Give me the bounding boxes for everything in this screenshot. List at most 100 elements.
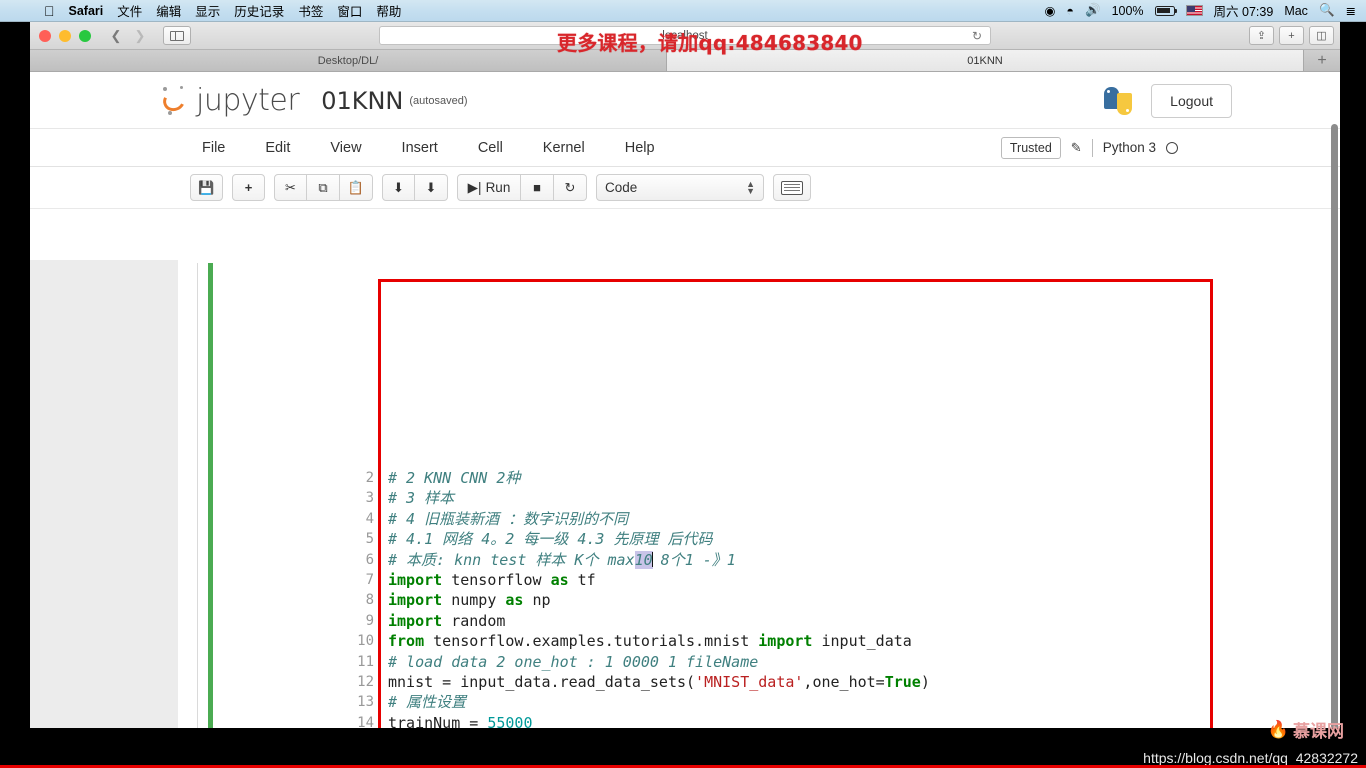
trusted-badge[interactable]: Trusted [1000,136,1061,159]
code-line[interactable]: 2 # 2 KNN CNN 2种 [350,468,1320,488]
line-number: 8 [365,592,374,609]
jupyter-logo[interactable]: jupyter [160,83,300,118]
notebook-title[interactable]: 01KNN [321,87,403,115]
page-scrollbar-thumb[interactable] [1331,124,1338,728]
sidebar-toggle-icon[interactable] [163,26,191,45]
code-token: import [388,611,443,630]
code-token: 10 [634,550,653,569]
menu-view[interactable]: View [330,140,361,156]
code-line[interactable]: 5 # 4.1 网络 4。2 每一级 4.3 先原理 后代码 [350,529,1320,549]
reload-icon[interactable]: ↻ [972,29,982,43]
cell-type-select[interactable]: Code ▲ ▼ [596,174,764,201]
code-line[interactable]: 4 # 4 旧瓶装新酒 ：数字识别的不同 [350,509,1320,529]
code-token: random [442,611,506,630]
code-token: ) [920,672,930,691]
control-center-icon[interactable]: ≣ [1346,3,1356,18]
code-editor[interactable]: 2 # 2 KNN CNN 2种 3 # 3 样本 4 # 4 旧瓶装新酒 ：数字识别的不… [350,468,1320,728]
line-number: 10 [357,633,374,650]
close-window-button[interactable] [39,29,51,42]
code-line-text: # 2 KNN CNN 2种 [388,468,520,488]
watermark-text: 慕课网 [1293,722,1344,742]
minimize-window-button[interactable] [59,29,71,42]
menu-file[interactable]: File [202,140,225,156]
record-icon[interactable]: ◉ [1045,3,1056,18]
new-tab-icon[interactable]: + [1279,26,1304,45]
code-token: tensorflow.examples.tutorials.mnist [424,632,759,651]
code-line-text: import random [388,611,505,631]
battery-percent-label: 100% [1111,3,1144,18]
menubar-item-bookmarks[interactable]: 书签 [298,1,323,20]
keyboard-icon[interactable] [773,174,811,201]
run-icon: ▶| [467,179,482,195]
code-token: # 4 旧瓶装新酒 ：数字识别的不同 [388,509,629,528]
menu-cell[interactable]: Cell [478,140,503,156]
scissors-icon[interactable]: ✂ [274,174,307,201]
pencil-icon[interactable]: ✎ [1071,140,1082,156]
menubar-item-window[interactable]: 窗口 [337,1,362,20]
menubar-item-file[interactable]: 文件 [117,1,142,20]
tab-overview-icon[interactable]: ◫ [1309,26,1334,45]
code-line[interactable]: 8 import numpy as np [350,590,1320,610]
chevron-right-icon[interactable]: ❯ [129,26,151,45]
menu-insert[interactable]: Insert [402,140,438,156]
menu-help[interactable]: Help [625,140,655,156]
notebook-body: 2 # 2 KNN CNN 2种 3 # 3 样本 4 # 4 旧瓶装新酒 ：数字识别的不… [30,260,1340,728]
menubar-item-edit[interactable]: 编辑 [156,1,181,20]
toolbar-group-move: ⬇ ⬇ [382,174,448,201]
jupyter-logo-text: jupyter [196,83,300,118]
code-line[interactable]: 10 from tensorflow.examples.tutorials.mni… [350,631,1320,651]
code-line[interactable]: 7 import tensorflow as tf [350,570,1320,590]
code-line[interactable]: 9 import random [350,611,1320,631]
code-line[interactable]: 12 mnist = input_data.read_data_sets('MNI… [350,672,1320,692]
run-label: Run [485,180,511,195]
maximize-window-button[interactable] [79,29,91,42]
jupyter-menubar: File Edit View Insert Cell Kernel Help T… [30,129,1340,167]
arrow-up-icon[interactable]: ⬇ [382,174,415,201]
logout-button[interactable]: Logout [1151,83,1232,118]
menubar-item-history[interactable]: 历史记录 [234,1,284,20]
run-button[interactable]: ▶| Run [457,174,521,201]
toolbar-group-save: 💾 [190,174,223,201]
window-controls[interactable] [39,29,91,42]
share-icon[interactable]: ⇪ [1249,26,1274,45]
menubar-item-help[interactable]: 帮助 [376,1,401,20]
apple-icon[interactable]:  [44,4,55,18]
insert-cell-below-button[interactable]: + [232,174,265,201]
paste-icon[interactable]: 📋 [340,174,373,201]
menubar-user[interactable]: Mac [1284,4,1308,18]
battery-charging-icon[interactable] [1154,5,1178,16]
stop-square-icon[interactable]: ■ [521,174,554,201]
kernel-idle-circle-icon[interactable] [1166,141,1178,154]
code-line[interactable]: 14 trainNum = 55000 [350,713,1320,728]
menu-edit[interactable]: Edit [265,140,290,156]
menu-kernel[interactable]: Kernel [543,140,585,156]
line-number: 12 [357,673,374,690]
code-line[interactable]: 6 # 本质: knn test 样本 K个 max10 8个1 -》1 [350,550,1320,570]
page-scrollbar[interactable] [1330,124,1340,728]
menubar-item-safari[interactable]: Safari [69,4,104,18]
menubar-datetime[interactable]: 周六 07:39 [1214,1,1274,20]
copy-icon[interactable]: ⧉ [307,174,340,201]
code-line[interactable]: 3 # 3 样本 [350,488,1320,508]
line-number: 4 [365,510,374,527]
search-icon[interactable]: 🔍 [1319,3,1335,18]
restart-circle-icon[interactable]: ↻ [554,174,587,201]
menubar-item-view[interactable]: 显示 [195,1,220,20]
code-line[interactable]: 11 # load data 2 one_hot : 1 0000 1 fileN… [350,652,1320,672]
notebook-save-status: (autosaved) [409,94,468,107]
us-flag-icon[interactable] [1185,5,1203,16]
save-floppy-icon[interactable]: 💾 [190,174,223,201]
wifi-icon[interactable]: ◓ [1066,4,1074,18]
line-number: 2 [365,470,374,486]
volume-icon[interactable]: 🔊 [1085,3,1101,18]
code-line[interactable]: 13 # 属性设置 [350,692,1320,712]
code-token: from [388,632,425,651]
toolbar-group-palette [773,174,811,201]
watermark: 🔥 慕课网 [1268,717,1344,743]
code-line-text: mnist = input_data.read_data_sets('MNIST… [388,672,930,692]
chevron-left-icon[interactable]: ❮ [105,26,127,45]
bottom-url-label: https://blog.csdn.net/qq_42832272 [1143,750,1358,766]
code-token: as [550,570,569,589]
arrow-down-icon[interactable]: ⬇ [415,174,448,201]
plus-icon[interactable]: + [1304,50,1340,71]
